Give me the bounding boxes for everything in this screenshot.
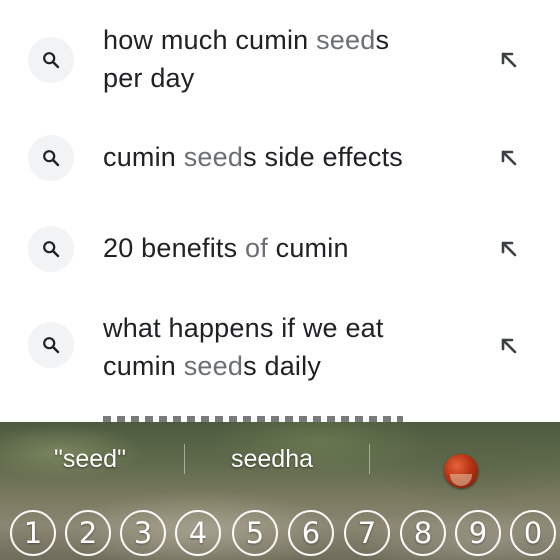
arrow-up-left-icon[interactable] [494,143,524,173]
search-icon [28,226,74,272]
keyboard: "seed" seedha 1234567890 [0,422,560,560]
completion-text: what happens if we eat [103,313,384,343]
suggestion-line: what happens if we eat [103,309,463,347]
search-suggestions-list: how much cumin seeds per day cumin seeds s… [0,0,560,422]
completion-text: s side effects [243,142,403,172]
suggestion-line: 20 benefits of cumin [103,229,463,267]
suggestion-text: cumin seeds side effects [103,138,463,176]
completion-text: s [375,25,390,55]
suggestion-line: cumin seeds daily [103,347,463,385]
number-key-7[interactable]: 7 [344,510,390,556]
keyboard-suggestion-1[interactable]: "seed" [54,436,126,482]
number-key-0[interactable]: 0 [510,510,556,556]
suggestion-text: what happens if we eat cumin seeds daily [103,309,463,385]
keyboard-suggestion-2[interactable]: seedha [231,436,313,482]
number-key-8[interactable]: 8 [400,510,446,556]
completion-text: cumin [103,351,184,381]
completion-text: 20 benefits [103,233,246,263]
completion-text: s daily [243,351,322,381]
completion-text: how much cumin [103,25,317,55]
number-key-3[interactable]: 3 [120,510,166,556]
completion-text: cumin [103,142,184,172]
matched-query-text: seed [183,351,244,381]
suggestion-line: cumin seeds side effects [103,138,463,176]
search-icon [28,322,74,368]
completion-text: per day [103,63,195,93]
search-icon [28,37,74,83]
search-icon [28,135,74,181]
arrow-up-left-icon[interactable] [494,331,524,361]
suggestion-divider [184,444,185,474]
suggestion-text: 20 benefits of cumin [103,229,463,267]
number-key-2[interactable]: 2 [65,510,111,556]
number-key-6[interactable]: 6 [288,510,334,556]
matched-query-text: seed [316,25,376,55]
number-key-9[interactable]: 9 [455,510,501,556]
keyboard-suggestion-bar: "seed" seedha [0,436,560,488]
number-key-5[interactable]: 5 [232,510,278,556]
arrow-up-left-icon[interactable] [494,45,524,75]
suggestion-line: per day [103,59,463,97]
chestnut-emoji-suggestion[interactable] [444,454,478,488]
matched-query-text: of [245,233,268,263]
number-key-1[interactable]: 1 [10,510,56,556]
suggestion-divider [369,444,370,474]
suggestion-text: how much cumin seeds per day [103,21,463,97]
completion-text: cumin [267,233,349,263]
number-key-4[interactable]: 4 [175,510,221,556]
suggestion-line: how much cumin seeds [103,21,463,59]
matched-query-text: seed [183,142,244,172]
arrow-up-left-icon[interactable] [494,234,524,264]
number-key-row: 1234567890 [0,506,560,560]
